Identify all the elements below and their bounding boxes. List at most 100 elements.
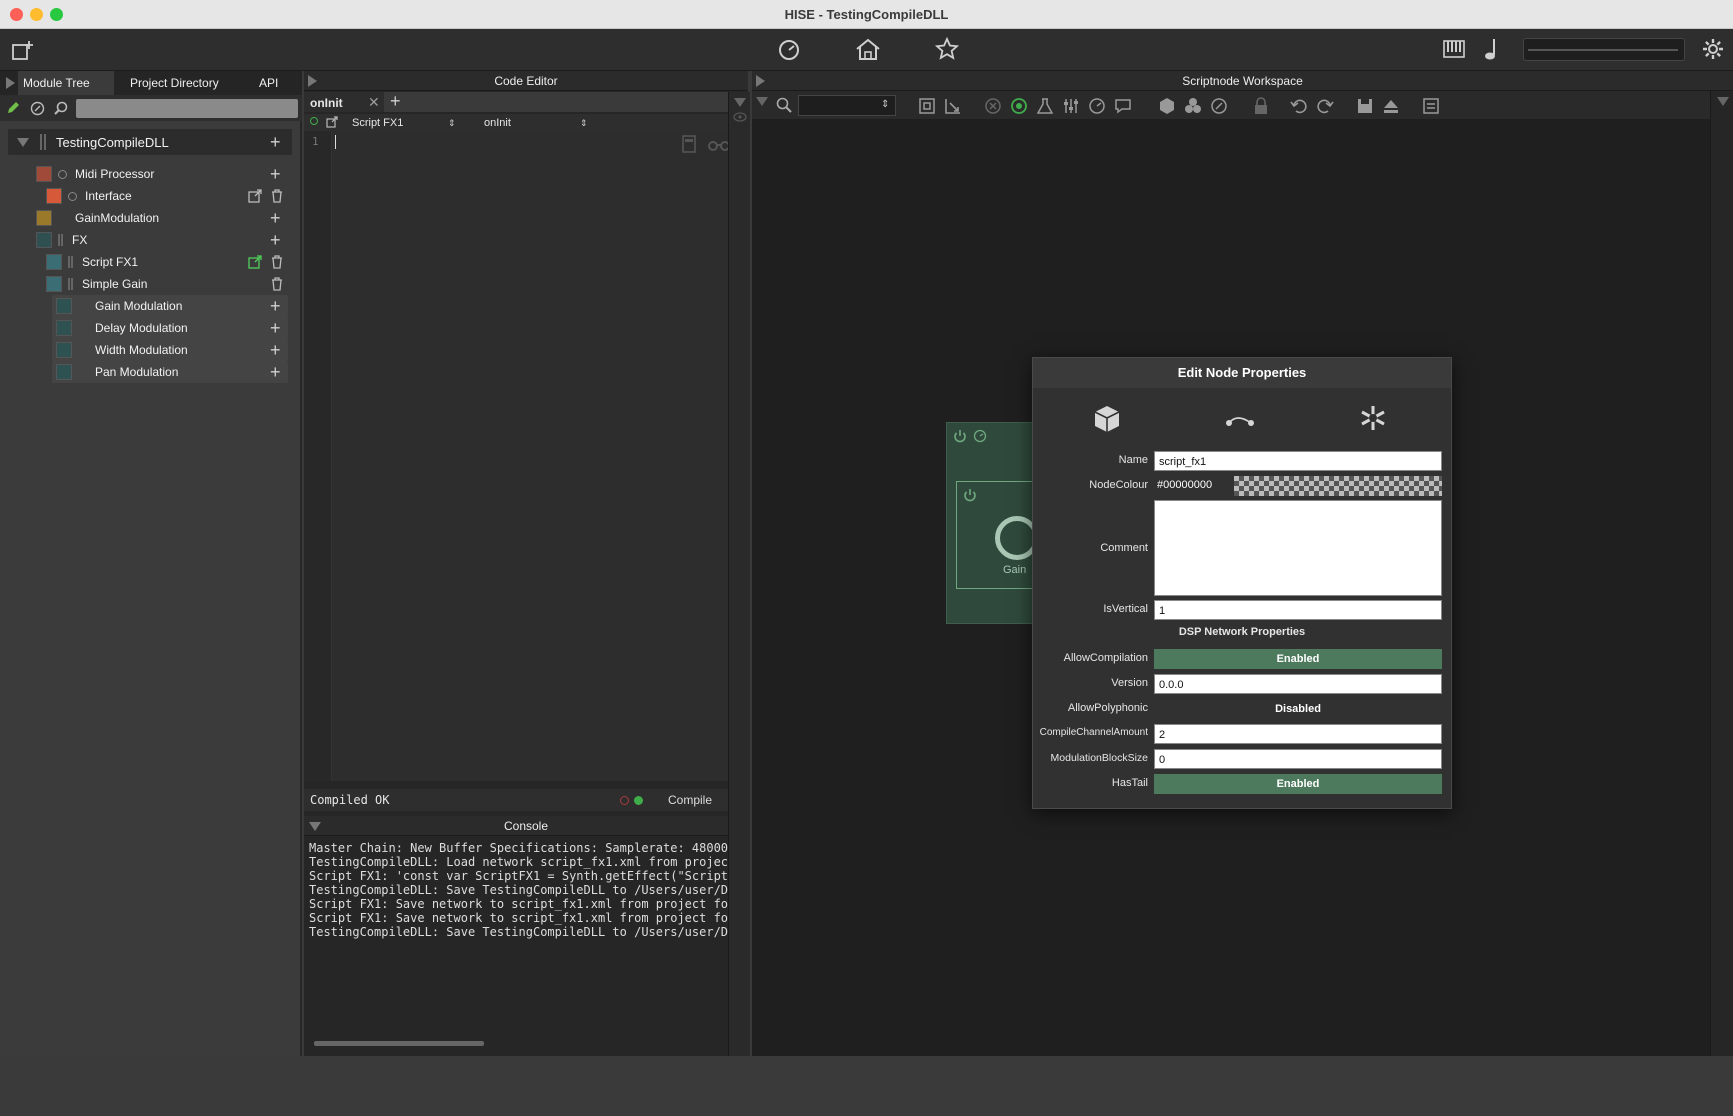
network-select[interactable]: ⇕: [798, 95, 896, 116]
drag-handle-icon[interactable]: [40, 134, 46, 150]
eye-icon[interactable]: [733, 112, 747, 122]
console-horizontal-scrollbar[interactable]: [314, 1041, 484, 1046]
isvertical-input[interactable]: 1: [1154, 600, 1442, 620]
trash-icon[interactable]: [271, 277, 283, 291]
compile-channel-amount-input[interactable]: 2: [1154, 724, 1442, 744]
version-input[interactable]: 0.0.0: [1154, 674, 1442, 694]
tab-api[interactable]: API: [259, 71, 299, 95]
undo-icon[interactable]: [1290, 97, 1308, 115]
collapse-arrow-icon[interactable]: [1717, 97, 1729, 106]
drag-handle-icon[interactable]: [58, 234, 63, 246]
tree-row-simple-gain[interactable]: Simple Gain: [0, 273, 300, 295]
popout-icon[interactable]: [326, 116, 338, 128]
add-module-icon[interactable]: +: [270, 297, 281, 315]
collapse-arrow-icon[interactable]: [756, 97, 768, 106]
collapse-arrow-icon[interactable]: [734, 98, 746, 107]
dial-icon[interactable]: [1088, 97, 1106, 115]
zoom-fit-icon[interactable]: [918, 97, 936, 115]
properties-list-icon[interactable]: [1422, 97, 1440, 115]
add-module-icon[interactable]: +: [270, 319, 281, 337]
tree-row-gain-modulation[interactable]: Gain Modulation +: [0, 295, 300, 317]
cpu-profile-icon[interactable]: [1010, 97, 1028, 115]
compile-button[interactable]: Compile: [668, 793, 712, 807]
expand-arrow-icon[interactable]: [17, 138, 29, 147]
comment-bubble-icon[interactable]: [1114, 97, 1132, 115]
midi-note-icon[interactable]: [1484, 37, 1500, 61]
tree-row-script-fx1[interactable]: Script FX1: [0, 251, 300, 273]
snowflake-icon[interactable]: [1359, 404, 1387, 432]
home-icon[interactable]: [854, 37, 882, 61]
collapse-arrow-icon[interactable]: [756, 75, 765, 87]
connection-icon[interactable]: [1225, 414, 1255, 428]
percent-circle-icon[interactable]: [1210, 97, 1228, 115]
add-module-icon[interactable]: +: [270, 209, 281, 227]
tree-row-gainmodulation[interactable]: GainModulation +: [0, 207, 300, 229]
open-popup-icon[interactable]: [248, 189, 262, 203]
zoom-selection-icon[interactable]: [944, 97, 962, 115]
collapse-arrow-icon[interactable]: [308, 75, 317, 87]
settings-gear-icon[interactable]: [1702, 38, 1724, 60]
link-icon[interactable]: [310, 117, 318, 125]
gain-node[interactable]: Gain: [956, 481, 1042, 589]
network-container-node[interactable]: Gain: [946, 422, 1046, 624]
tree-row-fx[interactable]: FX +: [0, 229, 300, 251]
bookmark-icon[interactable]: [682, 135, 696, 153]
performance-meter-icon[interactable]: [777, 38, 801, 62]
power-icon[interactable]: [953, 429, 967, 443]
tree-row-width-modulation[interactable]: Width Modulation +: [0, 339, 300, 361]
tab-project-directory[interactable]: Project Directory: [130, 71, 250, 95]
zoom-search-icon[interactable]: [776, 97, 792, 113]
drag-handle-icon[interactable]: [68, 278, 73, 290]
colour-swatch-picker[interactable]: [1234, 476, 1442, 496]
has-tail-toggle[interactable]: Enabled: [1154, 774, 1442, 794]
tree-row-pan-modulation[interactable]: Pan Modulation +: [0, 361, 300, 383]
add-module-icon[interactable]: +: [270, 363, 281, 381]
console-output[interactable]: Master Chain: New Buffer Specifications:…: [304, 837, 748, 1056]
bypass-dot-icon[interactable]: [68, 192, 77, 201]
add-module-icon[interactable]: +: [270, 231, 281, 249]
save-icon[interactable]: [1356, 97, 1374, 115]
trash-icon[interactable]: [271, 189, 283, 203]
add-tab-icon[interactable]: +: [390, 92, 401, 110]
test-flask-icon[interactable]: [1036, 97, 1054, 115]
trash-icon[interactable]: [271, 255, 283, 269]
collapse-arrow-icon[interactable]: [309, 822, 321, 831]
lock-icon[interactable]: [1252, 97, 1270, 115]
comment-textarea[interactable]: [1154, 500, 1442, 596]
open-popup-icon[interactable]: [248, 255, 262, 269]
module-search-input[interactable]: [76, 99, 298, 118]
cpu-icon[interactable]: [973, 429, 987, 443]
percent-icon[interactable]: [30, 101, 45, 116]
add-module-icon[interactable]: +: [270, 165, 281, 183]
processor-select[interactable]: Script FX1 ⇕: [352, 115, 462, 131]
redo-icon[interactable]: [1316, 97, 1334, 115]
allow-compilation-toggle[interactable]: Enabled: [1154, 649, 1442, 669]
name-input[interactable]: script_fx1: [1154, 451, 1442, 471]
tree-row-delay-modulation[interactable]: Delay Modulation +: [0, 317, 300, 339]
node-properties-cube-icon[interactable]: [1093, 404, 1121, 434]
modulation-block-size-input[interactable]: 0: [1154, 749, 1442, 769]
tree-row-midi-processor[interactable]: Midi Processor +: [0, 163, 300, 185]
binoculars-icon[interactable]: [708, 137, 730, 151]
tab-module-tree[interactable]: Module Tree: [18, 71, 114, 95]
tree-root-row[interactable]: TestingCompileDLL +: [8, 129, 292, 155]
bypass-dot-icon[interactable]: [58, 170, 67, 179]
collapse-arrow-icon[interactable]: [6, 77, 15, 89]
drag-handle-icon[interactable]: [68, 256, 73, 268]
keyboard-icon[interactable]: [1443, 40, 1465, 58]
node-group-icon[interactable]: [1184, 97, 1202, 115]
callback-select[interactable]: onInit ⇕: [484, 115, 594, 131]
close-tab-icon[interactable]: ✕: [368, 94, 380, 111]
code-text-area[interactable]: [332, 131, 732, 781]
add-module-icon[interactable]: +: [270, 133, 281, 151]
parameter-sliders-icon[interactable]: [1062, 97, 1080, 115]
tree-row-interface[interactable]: Interface: [0, 185, 300, 207]
node-cube-icon[interactable]: [1158, 97, 1176, 115]
allow-polyphonic-toggle[interactable]: Disabled: [1154, 699, 1442, 719]
new-window-icon[interactable]: [12, 40, 34, 60]
bypass-icon[interactable]: [984, 97, 1002, 115]
star-icon[interactable]: [935, 37, 959, 61]
power-icon[interactable]: [963, 488, 977, 502]
add-module-icon[interactable]: +: [270, 341, 281, 359]
pencil-icon[interactable]: [6, 101, 20, 115]
